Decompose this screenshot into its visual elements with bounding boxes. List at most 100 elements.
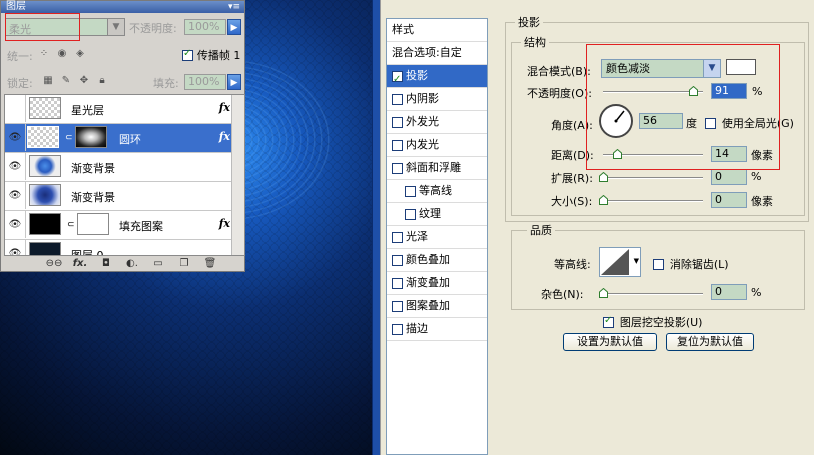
style-item-contour[interactable]: 等高线 [387, 180, 487, 203]
style-item-gradient-overlay[interactable]: 渐变叠加 [387, 272, 487, 295]
trash-icon[interactable]: 🗑︎ [197, 258, 223, 269]
noise-slider-track[interactable] [603, 293, 703, 295]
style-item-texture[interactable]: 纹理 [387, 203, 487, 226]
checkbox-icon[interactable] [603, 315, 614, 328]
panel-menu-icon[interactable]: ▾≡ [228, 1, 240, 13]
fill-input[interactable]: 100% [184, 74, 226, 90]
mask-thumbnail[interactable] [77, 213, 109, 235]
layer-thumbnail [29, 242, 61, 255]
checkbox-icon[interactable] [405, 185, 416, 197]
knockout-checkbox[interactable]: 图层挖空投影(U) [603, 314, 702, 330]
layer-row-layer-0[interactable]: 👁︎ 图层 0 [5, 240, 244, 255]
style-item-color-overlay[interactable]: 颜色叠加 [387, 249, 487, 272]
checkbox-icon[interactable] [392, 162, 403, 174]
mask-thumbnail[interactable] [75, 126, 107, 148]
noise-slider-thumb[interactable] [599, 288, 608, 298]
checkbox-icon[interactable] [392, 139, 403, 151]
lock-brush-icon[interactable]: ✎ [59, 74, 73, 88]
style-item-pattern-overlay[interactable]: 图案叠加 [387, 295, 487, 318]
layer-row-ring[interactable]: 👁︎ ⊂ 圆环 fx ▼ [5, 124, 244, 153]
antialias-label: 消除锯齿(L) [669, 258, 729, 271]
opacity-input[interactable]: 100% [184, 19, 226, 35]
checkbox-icon[interactable] [392, 323, 403, 335]
layer-list-scrollbar[interactable] [231, 95, 244, 255]
style-item-satin[interactable]: 光泽 [387, 226, 487, 249]
spread-input[interactable]: 0 [711, 169, 747, 185]
style-item-label: 图案叠加 [406, 299, 450, 312]
layer-row-fill-pattern[interactable]: 👁︎ ⊂ 填充图案 fx ▼ [5, 211, 244, 240]
opacity-label: 不透明度: [129, 22, 177, 35]
fx-icon[interactable]: fx [219, 217, 230, 230]
style-item-drop-shadow[interactable]: 投影 [387, 65, 487, 91]
eye-icon[interactable]: 👁︎ [5, 124, 26, 151]
checkbox-icon[interactable] [392, 116, 403, 128]
checkbox-icon[interactable] [182, 48, 193, 61]
spread-slider-thumb[interactable] [599, 172, 608, 182]
layer-name: 渐变背景 [71, 162, 115, 175]
opacity-arrow-icon[interactable]: ▶ [227, 19, 241, 35]
size-slider-track[interactable] [603, 200, 703, 202]
antialias-checkbox[interactable]: 消除锯齿(L) [653, 256, 729, 272]
size-slider-thumb[interactable] [599, 195, 608, 205]
propagate-frame-checkbox[interactable]: 传播帧 1 [182, 47, 240, 63]
adjustment-icon[interactable]: ◐. [119, 258, 145, 269]
layer-name: 填充图案 [119, 220, 163, 233]
style-item-label: 投影 [406, 69, 428, 82]
checkbox-icon[interactable] [392, 69, 403, 91]
layer-list: 星光层 fx ▼ 👁︎ ⊂ 圆环 fx ▼ 👁︎ 渐变背景 👁︎ 渐变背景 👁︎… [4, 94, 245, 256]
unify-style-icon[interactable]: ◈ [73, 47, 87, 61]
mask-icon[interactable]: ◘ [93, 258, 119, 269]
eye-icon[interactable]: 👁︎ [5, 240, 26, 255]
new-layer-icon[interactable]: ❐ [171, 258, 197, 269]
blending-options-item[interactable]: 混合选项:自定 [387, 42, 487, 65]
style-item-label: 等高线 [419, 184, 452, 197]
style-item-stroke[interactable]: 描边 [387, 318, 487, 341]
group-icon[interactable]: ▭ [145, 258, 171, 269]
contour-picker[interactable]: ▼ [599, 247, 641, 277]
layer-row-gradient-1[interactable]: 👁︎ 渐变背景 [5, 153, 244, 182]
style-item-label: 颜色叠加 [406, 253, 450, 266]
checkbox-icon[interactable] [653, 259, 664, 270]
checkbox-icon[interactable] [405, 208, 416, 220]
layers-bottom-toolbar: ⊖⊖ fx. ◘ ◐. ▭ ❐ 🗑︎ [41, 258, 241, 270]
reset-default-button[interactable]: 复位为默认值 [666, 333, 754, 351]
style-item-outer-glow[interactable]: 外发光 [387, 111, 487, 134]
checkbox-icon[interactable] [392, 300, 403, 312]
spread-slider-track[interactable] [603, 177, 703, 179]
eye-icon[interactable]: 👁︎ [5, 182, 26, 209]
checkbox-icon[interactable] [392, 231, 403, 243]
blend-mode-label: 混合模式(B): [527, 65, 591, 78]
checkbox-icon[interactable] [392, 254, 403, 266]
unify-position-icon[interactable]: ⁘ [37, 47, 51, 61]
unify-visibility-icon[interactable]: ◉ [55, 47, 69, 61]
size-input[interactable]: 0 [711, 192, 747, 208]
style-item-inner-shadow[interactable]: 内阴影 [387, 88, 487, 111]
link-layers-icon[interactable]: ⊖⊖ [41, 258, 67, 269]
styles-header[interactable]: 样式 [387, 19, 487, 42]
layer-row-starlight[interactable]: 星光层 fx ▼ [5, 95, 244, 124]
style-item-inner-glow[interactable]: 内发光 [387, 134, 487, 157]
make-default-button[interactable]: 设置为默认值 [563, 333, 657, 351]
lock-label: 锁定: [7, 77, 33, 90]
style-item-label: 内阴影 [406, 92, 439, 105]
highlight-box [5, 13, 80, 41]
eye-icon[interactable]: 👁︎ [5, 211, 26, 238]
fx-icon[interactable]: fx. [67, 258, 93, 269]
fill-arrow-icon[interactable]: ▶ [227, 74, 241, 90]
checkbox-icon[interactable] [392, 93, 403, 105]
layer-row-gradient-2[interactable]: 👁︎ 渐变背景 [5, 182, 244, 211]
fx-icon[interactable]: fx [219, 130, 230, 143]
lock-move-icon[interactable]: ✥ [77, 74, 91, 88]
style-item-bevel-emboss[interactable]: 斜面和浮雕 [387, 157, 487, 180]
lock-all-icon[interactable]: 🔒︎ [95, 74, 109, 88]
noise-input[interactable]: 0 [711, 284, 747, 300]
eye-icon[interactable]: 👁︎ [5, 153, 26, 180]
layers-panel-title[interactable]: 图层 ▾≡ [1, 1, 244, 13]
chevron-down-icon[interactable]: ▼ [107, 19, 124, 35]
visibility-toggle[interactable] [5, 95, 26, 122]
checkbox-icon[interactable] [392, 277, 403, 289]
fx-icon[interactable]: fx [219, 101, 230, 114]
layer-name: 星光层 [71, 104, 104, 117]
lock-transparent-icon[interactable]: ▦ [41, 74, 55, 88]
chevron-down-icon[interactable]: ▼ [634, 257, 639, 265]
